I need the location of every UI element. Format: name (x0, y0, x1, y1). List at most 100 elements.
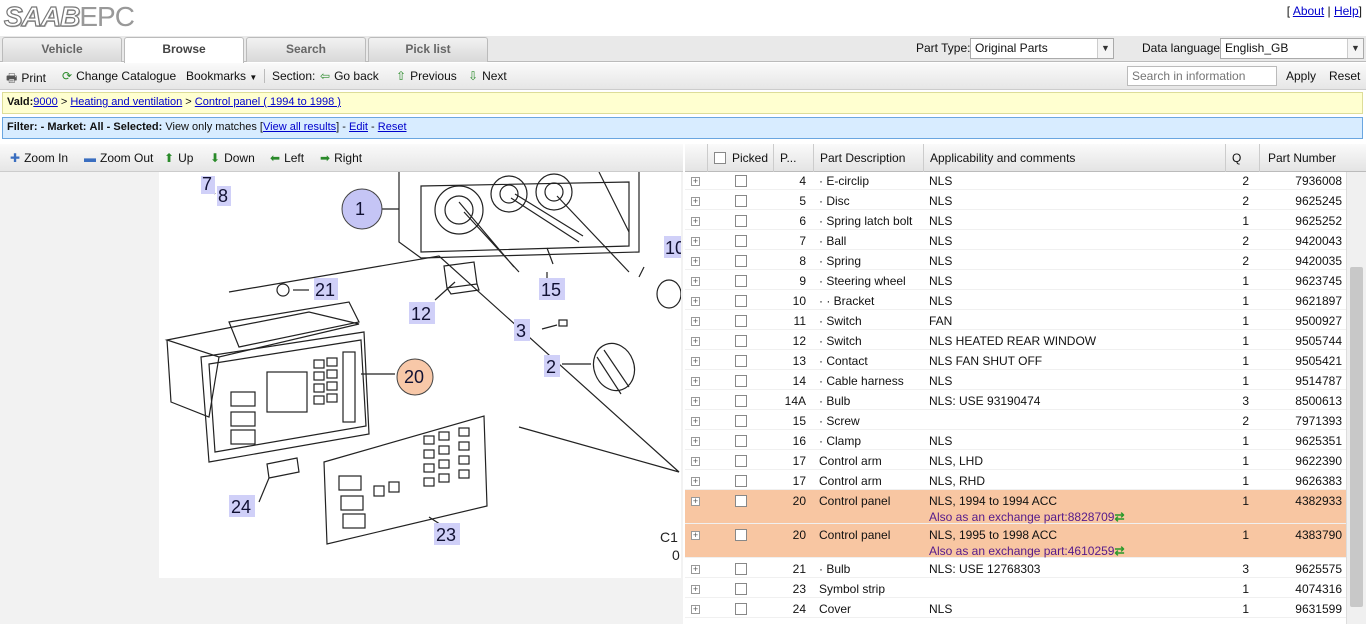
expand-row-icon[interactable]: + (691, 197, 700, 206)
scrollbar-thumb[interactable] (1350, 267, 1363, 607)
table-row[interactable]: +8 · Spring NLS 2 9420035 (685, 250, 1346, 270)
table-row[interactable]: +23 Symbol strip 1 4074316 (685, 578, 1346, 598)
pick-checkbox[interactable] (735, 475, 747, 487)
table-row[interactable]: +5 · Disc NLS 2 9625245 (685, 190, 1346, 210)
pan-down-button[interactable]: ⬇ Down (210, 151, 255, 165)
applicability-column-header[interactable]: Applicability and comments (923, 144, 1225, 172)
picked-column-header[interactable]: Picked (707, 144, 773, 172)
exploded-parts-diagram[interactable]: 1 20 21 12 15 3 2 24 23 10 7 8 C1 0 (159, 172, 683, 578)
help-link[interactable]: Help (1334, 4, 1359, 18)
table-row[interactable]: +12 · Switch NLS HEATED REAR WINDOW 1 950574… (685, 330, 1346, 350)
table-row[interactable]: +9 · Steering wheel NLS 1 9623745 (685, 270, 1346, 290)
table-row[interactable]: +11 · Switch FAN 1 9500927 (685, 310, 1346, 330)
expand-row-icon[interactable]: + (691, 337, 700, 346)
pick-checkbox[interactable] (735, 375, 747, 387)
expand-row-icon[interactable]: + (691, 377, 700, 386)
table-row[interactable]: +21 · Bulb NLS: USE 12768303 3 9625575 (685, 558, 1346, 578)
expand-row-icon[interactable]: + (691, 565, 700, 574)
exchange-part-note[interactable]: Also as an exchange part:8828709⇄ (929, 510, 1125, 524)
expand-row-icon[interactable]: + (691, 497, 700, 506)
table-row[interactable]: +13 · Contact NLS FAN SHUT OFF 1 9505421 (685, 350, 1346, 370)
reset-button[interactable]: Reset (1329, 69, 1360, 83)
tab-vehicle[interactable]: Vehicle (2, 37, 122, 62)
exchange-part-note[interactable]: Also as an exchange part:4610259⇄ (929, 544, 1125, 558)
part-number-column-header[interactable]: Part Number (1259, 144, 1346, 172)
pick-checkbox[interactable] (735, 255, 747, 267)
zoom-in-button[interactable]: ✚ Zoom In (10, 151, 68, 165)
view-all-results-link[interactable]: View all results (263, 121, 336, 133)
position-column-header[interactable]: P... (773, 144, 813, 172)
table-row[interactable]: +6 · Spring latch bolt NLS 1 9625252 (685, 210, 1346, 230)
table-row[interactable]: +10 · · Bracket NLS 1 9621897 (685, 290, 1346, 310)
pick-checkbox[interactable] (735, 435, 747, 447)
pick-checkbox[interactable] (735, 215, 747, 227)
next-button[interactable]: ⇩ Next (468, 69, 507, 83)
bookmarks-button[interactable]: Bookmarks ▼ (186, 69, 257, 83)
breadcrumb-model-link[interactable]: 9000 (33, 96, 57, 108)
expand-row-icon[interactable]: + (691, 417, 700, 426)
table-scrollbar[interactable] (1346, 172, 1366, 624)
search-input[interactable] (1127, 66, 1277, 86)
pick-checkbox[interactable] (735, 235, 747, 247)
pick-checkbox[interactable] (735, 563, 747, 575)
previous-button[interactable]: ⇧ Previous (396, 69, 457, 83)
filter-edit-link[interactable]: Edit (349, 121, 368, 133)
expand-row-icon[interactable]: + (691, 237, 700, 246)
breadcrumb-section-link[interactable]: Control panel ( 1994 to 1998 ) (195, 96, 341, 108)
tab-pick-list[interactable]: Pick list (368, 37, 488, 62)
expand-row-icon[interactable]: + (691, 531, 700, 540)
pick-checkbox[interactable] (735, 275, 747, 287)
tab-browse[interactable]: Browse (124, 37, 244, 63)
select-all-checkbox[interactable] (714, 152, 726, 164)
data-language-select[interactable]: English_GB ▼ (1220, 38, 1364, 59)
pick-checkbox[interactable] (735, 395, 747, 407)
change-catalogue-button[interactable]: ⟳ Change Catalogue (62, 69, 176, 83)
table-row[interactable]: +15 · Screw 2 7971393 (685, 410, 1346, 430)
expand-row-icon[interactable]: + (691, 585, 700, 594)
expand-row-icon[interactable]: + (691, 397, 700, 406)
pick-checkbox[interactable] (735, 335, 747, 347)
pick-checkbox[interactable] (735, 583, 747, 595)
pick-checkbox[interactable] (735, 529, 747, 541)
expand-row-icon[interactable]: + (691, 277, 700, 286)
diagram-viewport[interactable]: 1 20 21 12 15 3 2 24 23 10 7 8 C1 0 (0, 172, 683, 624)
expand-row-icon[interactable]: + (691, 217, 700, 226)
expand-row-icon[interactable]: + (691, 437, 700, 446)
expand-row-icon[interactable]: + (691, 257, 700, 266)
apply-button[interactable]: Apply (1286, 69, 1316, 83)
expand-row-icon[interactable]: + (691, 605, 700, 614)
expand-row-icon[interactable]: + (691, 297, 700, 306)
pan-left-button[interactable]: ⬅ Left (270, 151, 304, 165)
zoom-out-button[interactable]: ▬ Zoom Out (84, 151, 153, 165)
expand-row-icon[interactable]: + (691, 177, 700, 186)
table-row[interactable]: +17 Control arm NLS, RHD 1 9626383 (685, 470, 1346, 490)
table-row[interactable]: +20 Control panel NLS, 1994 to 1994 ACC 1 43… (685, 490, 1346, 524)
print-button[interactable]: 🖶 Print (6, 69, 46, 90)
part-type-select[interactable]: Original Parts ▼ (970, 38, 1114, 59)
table-row[interactable]: +20 Control panel NLS, 1995 to 1998 ACC 1 43… (685, 524, 1346, 558)
table-row[interactable]: +17 Control arm NLS, LHD 1 9622390 (685, 450, 1346, 470)
pick-checkbox[interactable] (735, 355, 747, 367)
pan-right-button[interactable]: ➡ Right (320, 151, 362, 165)
pick-checkbox[interactable] (735, 315, 747, 327)
expand-row-icon[interactable]: + (691, 357, 700, 366)
expand-row-icon[interactable]: + (691, 457, 700, 466)
breadcrumb-group-link[interactable]: Heating and ventilation (70, 96, 182, 108)
table-row[interactable]: +4 · E-circlip NLS 2 7936008 (685, 172, 1346, 190)
part-description-column-header[interactable]: Part Description (813, 144, 923, 172)
pick-checkbox[interactable] (735, 195, 747, 207)
pick-checkbox[interactable] (735, 495, 747, 507)
table-row[interactable]: +24 Cover NLS 1 9631599 (685, 598, 1346, 618)
expand-row-icon[interactable]: + (691, 477, 700, 486)
pick-checkbox[interactable] (735, 415, 747, 427)
tab-search[interactable]: Search (246, 37, 366, 62)
filter-reset-link[interactable]: Reset (378, 121, 407, 133)
quantity-column-header[interactable]: Q (1225, 144, 1259, 172)
table-row[interactable]: +14 · Cable harness NLS 1 9514787 (685, 370, 1346, 390)
go-back-button[interactable]: ⇦ Go back (320, 69, 379, 83)
about-link[interactable]: About (1293, 4, 1324, 18)
table-row[interactable]: +16 · Clamp NLS 1 9625351 (685, 430, 1346, 450)
pan-up-button[interactable]: ⬆ Up (164, 151, 193, 165)
pick-checkbox[interactable] (735, 603, 747, 615)
expand-row-icon[interactable]: + (691, 317, 700, 326)
